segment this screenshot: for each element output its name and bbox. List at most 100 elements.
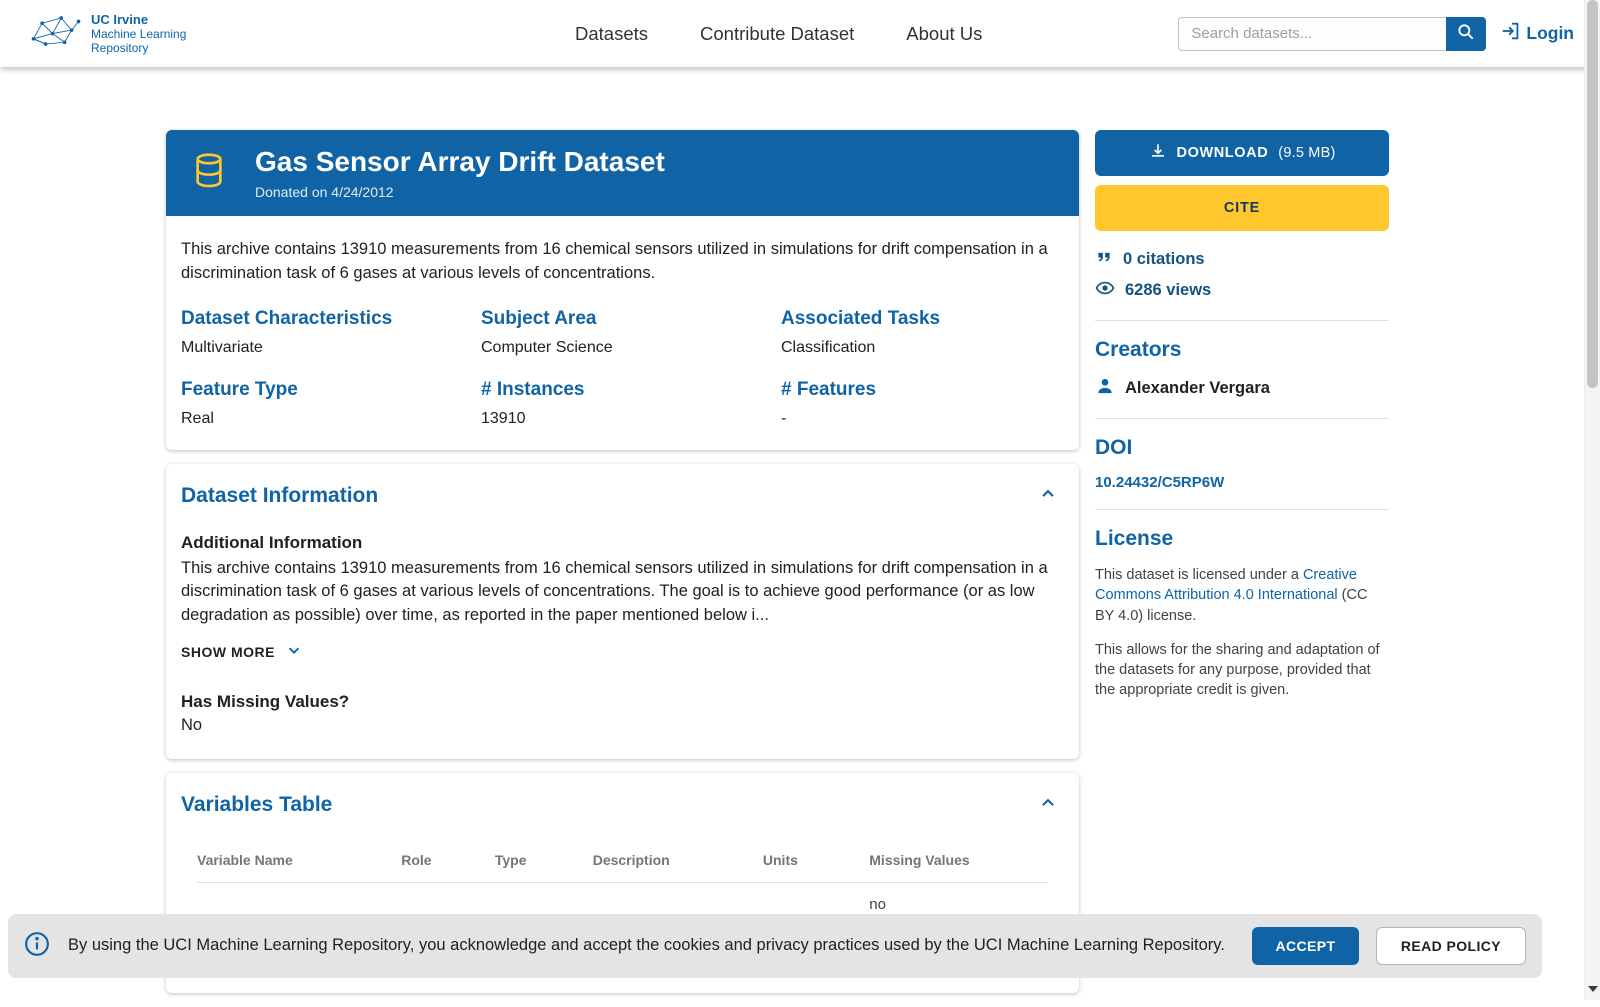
cookie-banner-text: By using the UCI Machine Learning Reposi… bbox=[68, 934, 1234, 958]
logo-line-3: Repository bbox=[91, 41, 186, 55]
meta-value: Classification bbox=[781, 339, 1064, 357]
navbar: UC Irvine Machine Learning Repository Da… bbox=[0, 0, 1600, 67]
page-title: Gas Sensor Array Drift Dataset bbox=[255, 146, 665, 178]
download-button[interactable]: DOWNLOAD (9.5 MB) bbox=[1095, 130, 1389, 176]
login-link[interactable]: Login bbox=[1500, 20, 1574, 47]
dataset-information-header: Dataset Information bbox=[181, 480, 1064, 511]
divider bbox=[1095, 418, 1389, 419]
collapse-variables-table-button[interactable] bbox=[1032, 789, 1064, 820]
variables-table-header-row: Variable Name Role Type Description Unit… bbox=[197, 844, 1048, 883]
down-arrow-icon bbox=[1588, 986, 1598, 992]
meta-label: Feature Type bbox=[181, 379, 481, 401]
nav-links: Datasets Contribute Dataset About Us bbox=[575, 0, 982, 67]
divider bbox=[1095, 509, 1389, 510]
show-more-label: SHOW MORE bbox=[181, 644, 275, 660]
variables-table-header: Variables Table bbox=[181, 789, 1064, 820]
meta-dataset-characteristics: Dataset Characteristics Multivariate bbox=[181, 308, 481, 357]
chevron-down-icon bbox=[285, 641, 303, 662]
collapse-dataset-information-button[interactable] bbox=[1032, 480, 1064, 511]
search-icon bbox=[1456, 22, 1476, 45]
logo-line-1: UC Irvine bbox=[91, 12, 186, 27]
dataset-description: This archive contains 13910 measurements… bbox=[181, 238, 1064, 286]
download-icon bbox=[1149, 142, 1167, 164]
dataset-information-title: Dataset Information bbox=[181, 484, 378, 508]
doi-link[interactable]: 10.24432/C5RP6W bbox=[1095, 474, 1224, 491]
chevron-up-icon bbox=[1038, 793, 1058, 816]
meta-label: Associated Tasks bbox=[781, 308, 1064, 330]
has-missing-values-value: No bbox=[181, 716, 1064, 735]
doi-title: DOI bbox=[1095, 436, 1389, 460]
additional-information-text: This archive contains 13910 measurements… bbox=[181, 557, 1064, 627]
column-missing-values: Missing Values bbox=[869, 844, 1048, 883]
chevron-up-icon bbox=[1038, 484, 1058, 507]
scrollbar-thumb[interactable] bbox=[1587, 0, 1598, 388]
meta-features: # Features - bbox=[781, 379, 1064, 428]
download-label: DOWNLOAD bbox=[1177, 145, 1269, 161]
has-missing-values-label: Has Missing Values? bbox=[181, 692, 1064, 712]
uci-network-icon bbox=[30, 12, 82, 55]
main-content: Gas Sensor Array Drift Dataset Donated o… bbox=[0, 67, 1600, 1007]
info-icon bbox=[24, 931, 50, 962]
scrollbar-down-button[interactable] bbox=[1585, 982, 1600, 996]
quote-icon bbox=[1095, 248, 1113, 271]
column-type: Type bbox=[495, 844, 593, 883]
database-icon bbox=[193, 150, 225, 197]
nav-link-about-us[interactable]: About Us bbox=[906, 23, 982, 45]
meta-label: # Features bbox=[781, 379, 1064, 401]
meta-instances: # Instances 13910 bbox=[481, 379, 781, 428]
accept-button[interactable]: ACCEPT bbox=[1252, 927, 1360, 965]
meta-value: Real bbox=[181, 410, 481, 428]
column-role: Role bbox=[401, 844, 495, 883]
search-button[interactable] bbox=[1446, 17, 1486, 51]
license-title: License bbox=[1095, 527, 1389, 551]
creator-item[interactable]: Alexander Vergara bbox=[1095, 376, 1389, 401]
eye-icon bbox=[1095, 278, 1115, 303]
search-input[interactable] bbox=[1178, 17, 1446, 51]
nav-link-contribute-dataset[interactable]: Contribute Dataset bbox=[700, 23, 854, 45]
cookie-banner-actions: ACCEPT READ POLICY bbox=[1252, 927, 1527, 965]
search-box bbox=[1178, 17, 1486, 51]
login-icon bbox=[1500, 20, 1522, 47]
hero-text: Gas Sensor Array Drift Dataset Donated o… bbox=[255, 146, 665, 200]
cite-button[interactable]: CITE bbox=[1095, 185, 1389, 231]
show-more-button[interactable]: SHOW MORE bbox=[181, 635, 303, 668]
meta-value: Multivariate bbox=[181, 339, 481, 357]
meta-label: Dataset Characteristics bbox=[181, 308, 481, 330]
sidebar: DOWNLOAD (9.5 MB) CITE 0 citations bbox=[1095, 130, 1389, 715]
meta-value: 13910 bbox=[481, 410, 781, 428]
meta-subject-area: Subject Area Computer Science bbox=[481, 308, 781, 357]
citations-stat: 0 citations bbox=[1095, 248, 1389, 271]
uci-logo[interactable]: UC Irvine Machine Learning Repository bbox=[30, 12, 186, 56]
read-policy-button[interactable]: READ POLICY bbox=[1376, 927, 1526, 965]
additional-information-label: Additional Information bbox=[181, 533, 1064, 553]
download-size: (9.5 MB) bbox=[1278, 145, 1335, 161]
meta-associated-tasks: Associated Tasks Classification bbox=[781, 308, 1064, 357]
meta-label: # Instances bbox=[481, 379, 781, 401]
content-column: Gas Sensor Array Drift Dataset Donated o… bbox=[166, 130, 1079, 1007]
scrollbar[interactable] bbox=[1584, 0, 1600, 1000]
citations-count: 0 citations bbox=[1123, 250, 1205, 269]
variables-table-title: Variables Table bbox=[181, 793, 332, 817]
metadata-grid: Dataset Characteristics Multivariate Sub… bbox=[181, 308, 1064, 436]
creator-name: Alexander Vergara bbox=[1125, 379, 1270, 398]
views-count: 6286 views bbox=[1125, 281, 1211, 300]
views-stat: 6286 views bbox=[1095, 278, 1389, 303]
uci-logo-text: UC Irvine Machine Learning Repository bbox=[91, 12, 186, 56]
creators-title: Creators bbox=[1095, 338, 1389, 362]
license-paragraph: This dataset is licensed under a Creativ… bbox=[1095, 565, 1389, 626]
nav-right: Login bbox=[1178, 17, 1574, 51]
overview-card: Gas Sensor Array Drift Dataset Donated o… bbox=[166, 130, 1079, 450]
person-icon bbox=[1095, 376, 1115, 401]
license-prefix: This dataset is licensed under a bbox=[1095, 567, 1303, 583]
nav-link-datasets[interactable]: Datasets bbox=[575, 23, 648, 45]
dataset-information-card: Dataset Information Additional Informati… bbox=[166, 464, 1079, 759]
meta-feature-type: Feature Type Real bbox=[181, 379, 481, 428]
column-description: Description bbox=[593, 844, 763, 883]
meta-value: - bbox=[781, 410, 1064, 428]
login-label: Login bbox=[1526, 23, 1574, 44]
donated-date: Donated on 4/24/2012 bbox=[255, 184, 665, 200]
dataset-stats: 0 citations 6286 views bbox=[1095, 248, 1389, 303]
column-units: Units bbox=[763, 844, 869, 883]
column-variable-name: Variable Name bbox=[197, 844, 401, 883]
cookie-banner: By using the UCI Machine Learning Reposi… bbox=[8, 914, 1542, 978]
